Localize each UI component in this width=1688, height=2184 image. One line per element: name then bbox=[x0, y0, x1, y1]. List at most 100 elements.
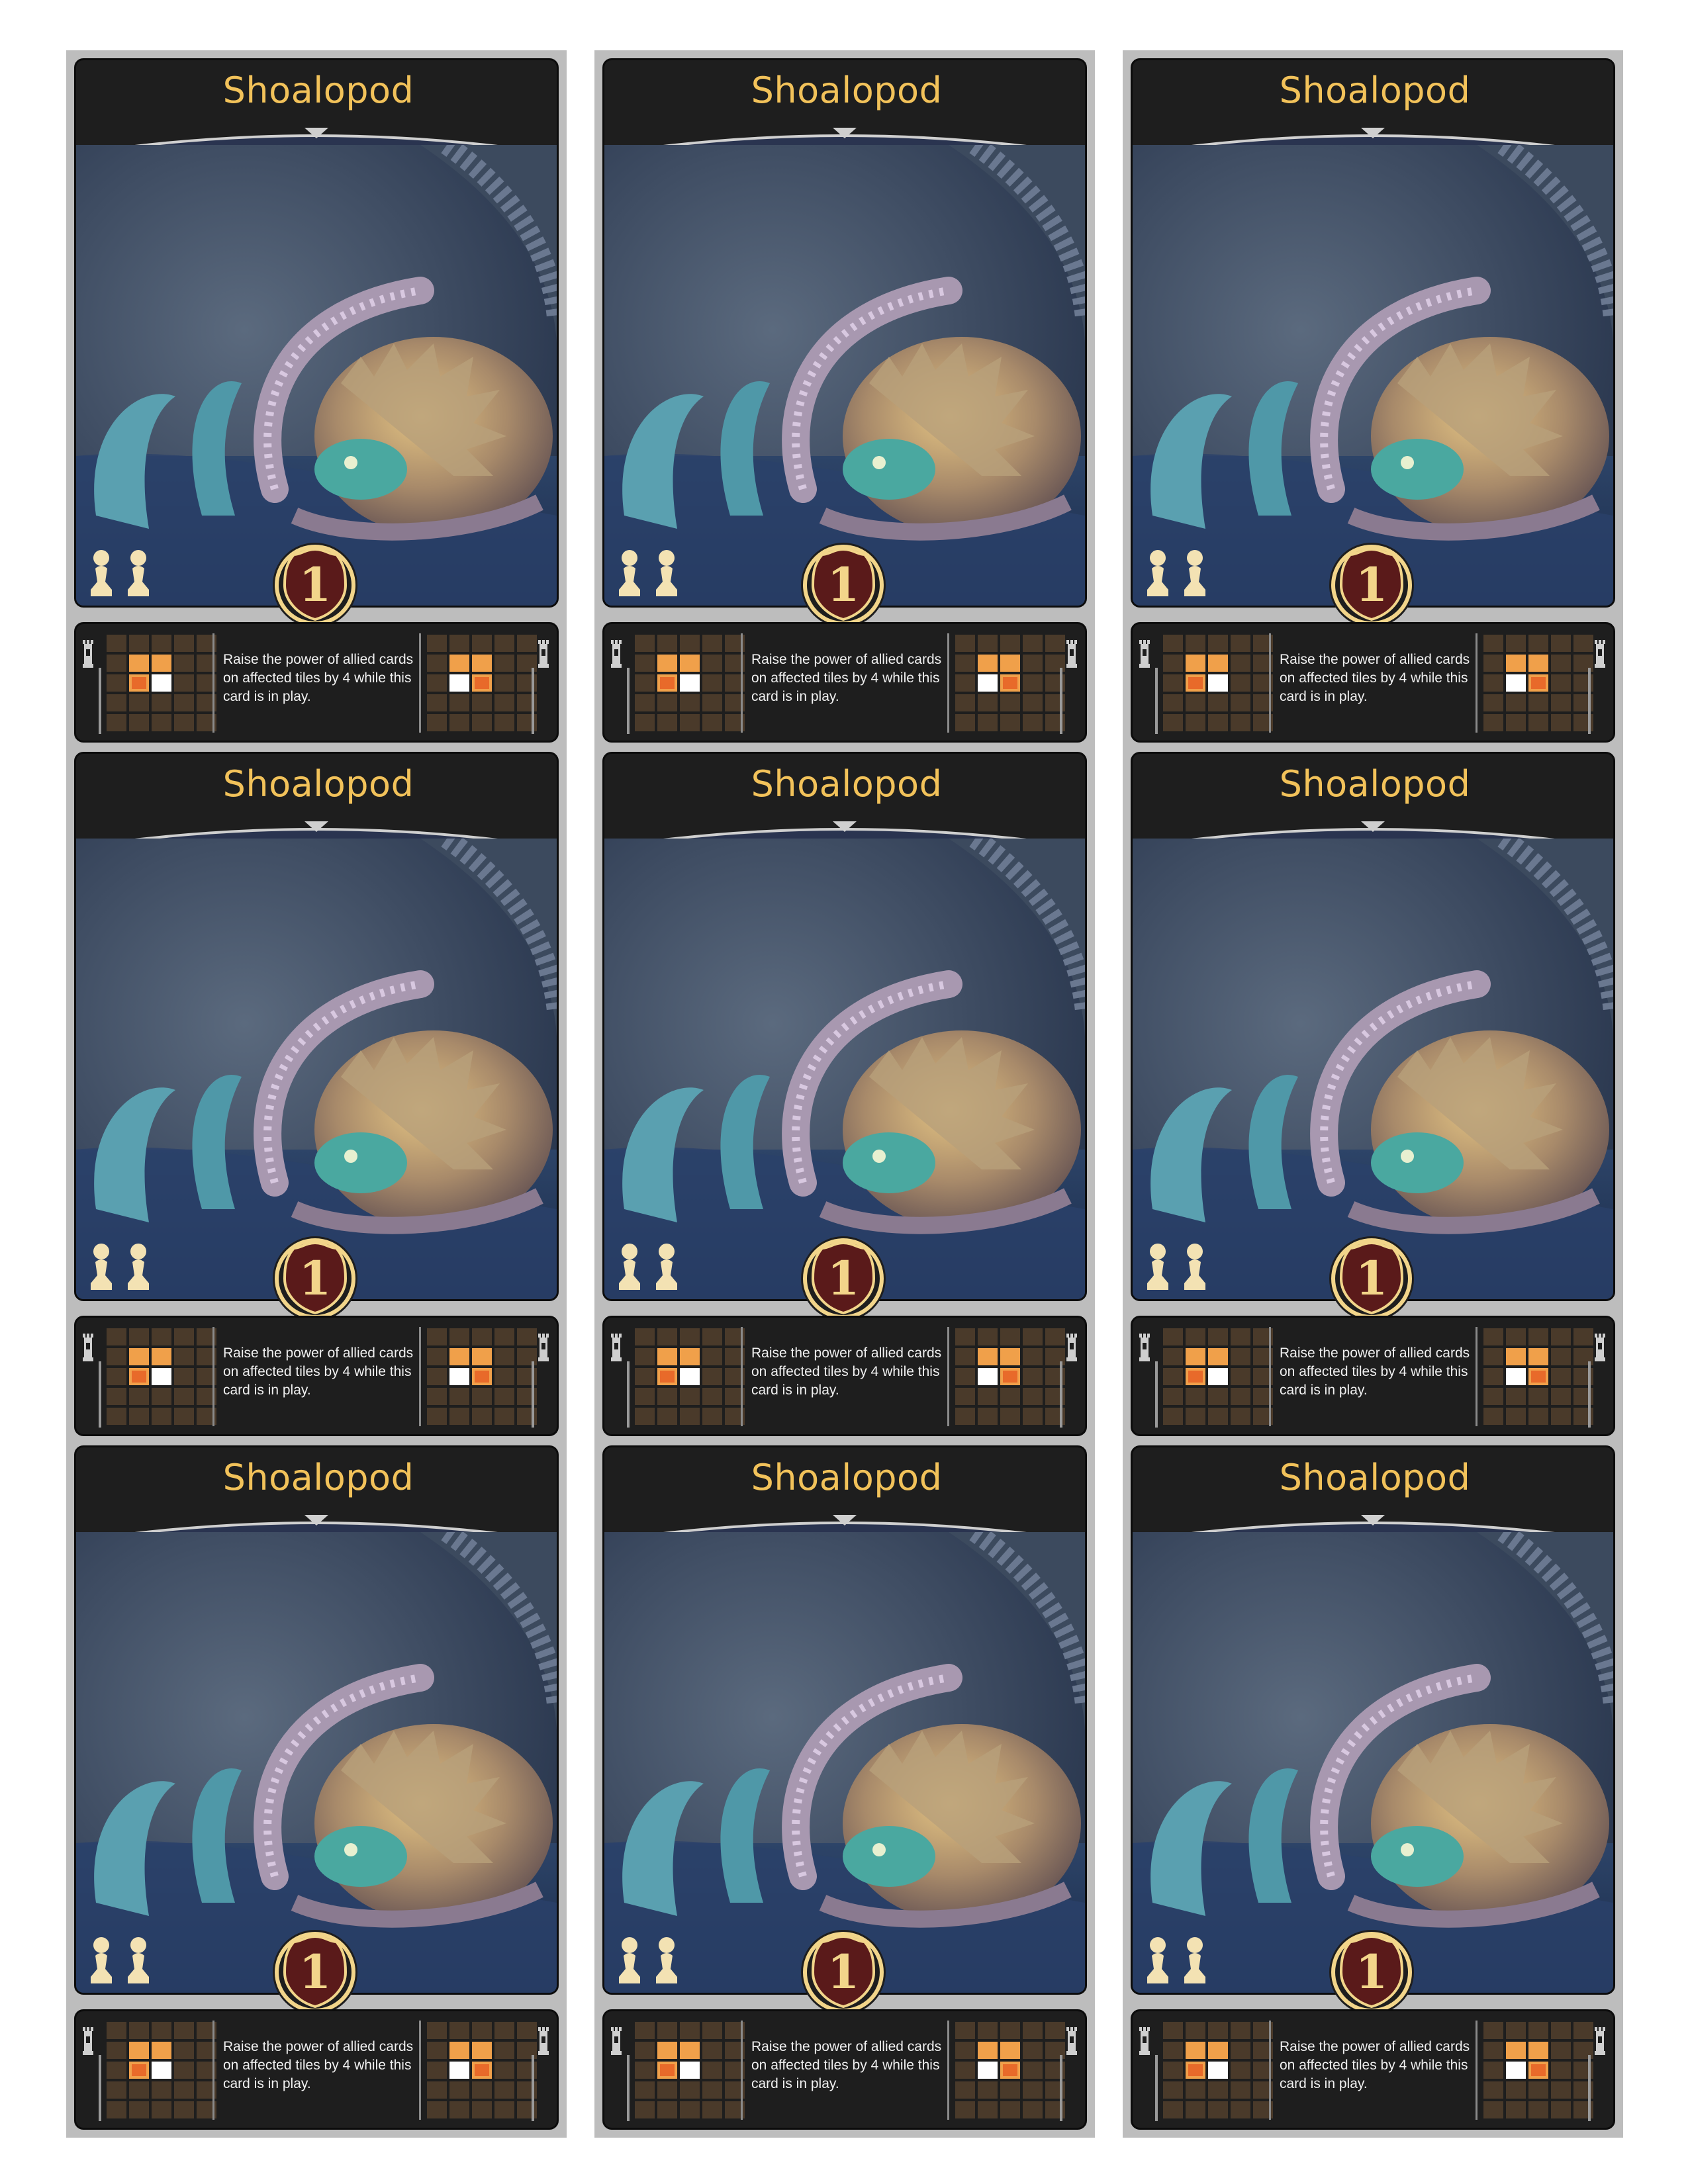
grid-cell-affected bbox=[1528, 1348, 1548, 1365]
creature-artwork bbox=[1133, 1532, 1613, 1993]
card-r1-c2[interactable]: Shoalopod 1 Raise the power of allied ca… bbox=[602, 58, 1087, 743]
grid-cell bbox=[1163, 1388, 1183, 1405]
power-rank-badge: 1 bbox=[273, 1930, 357, 2015]
grid-cell bbox=[1506, 635, 1526, 652]
card-top-panel: Shoalopod bbox=[1131, 1445, 1615, 1995]
creature-artwork bbox=[604, 839, 1085, 1299]
grid-cell bbox=[1208, 1328, 1228, 1345]
grid-cell bbox=[1023, 714, 1043, 731]
grid-cell bbox=[427, 674, 447, 692]
grid-cell bbox=[1551, 1368, 1571, 1385]
grid-cell bbox=[978, 694, 998, 711]
separator bbox=[419, 1327, 421, 1426]
grid-cell-origin bbox=[1506, 1368, 1526, 1385]
rail-bar bbox=[1155, 668, 1158, 734]
grid-cell bbox=[174, 2101, 194, 2118]
separator bbox=[1476, 1327, 1477, 1426]
grid-cell-affected bbox=[1186, 1348, 1205, 1365]
card-r1-c3[interactable]: Shoalopod 1 Raise the power of allied ca… bbox=[1131, 58, 1615, 743]
left-range-grid bbox=[635, 2022, 745, 2118]
grid-cell bbox=[1506, 1388, 1526, 1405]
grid-cell bbox=[174, 1388, 194, 1405]
grid-cell bbox=[1231, 2042, 1250, 2059]
grid-cell-affected bbox=[1506, 655, 1526, 672]
grid-cell-origin-affected bbox=[472, 2062, 492, 2079]
left-range-grid bbox=[1163, 635, 1273, 731]
grid-cell bbox=[657, 2022, 677, 2039]
grid-cell bbox=[152, 2101, 171, 2118]
grid-cell bbox=[1551, 2062, 1571, 2079]
grid-cell bbox=[1186, 2101, 1205, 2118]
grid-cell bbox=[427, 694, 447, 711]
grid-cell-origin bbox=[1208, 2062, 1228, 2079]
grid-cell bbox=[1573, 1328, 1593, 1345]
grid-cell-affected bbox=[152, 1348, 171, 1365]
separator bbox=[419, 2021, 421, 2120]
grid-cell-origin-affected bbox=[657, 674, 677, 692]
pawn-icons bbox=[91, 550, 149, 596]
grid-cell bbox=[472, 714, 492, 731]
grid-cell bbox=[472, 1408, 492, 1425]
grid-cell bbox=[702, 2022, 722, 2039]
grid-cell bbox=[1528, 1408, 1548, 1425]
card-r3-c2[interactable]: Shoalopod 1 Raise the power of allied ca… bbox=[602, 1445, 1087, 2130]
grid-cell-origin bbox=[1506, 2062, 1526, 2079]
left-range-grid bbox=[107, 1328, 216, 1425]
card-r2-c3[interactable]: Shoalopod 1 Raise the power of allied ca… bbox=[1131, 752, 1615, 1436]
grid-cell-affected bbox=[1208, 2042, 1228, 2059]
card-description: Raise the power of allied cards on affec… bbox=[1280, 652, 1470, 704]
card-r3-c3[interactable]: Shoalopod 1 Raise the power of allied ca… bbox=[1131, 1445, 1615, 2130]
grid-cell bbox=[1231, 694, 1250, 711]
left-rail bbox=[83, 2018, 101, 2124]
grid-cell bbox=[472, 635, 492, 652]
grid-cell bbox=[494, 2022, 514, 2039]
grid-cell-affected bbox=[657, 1348, 677, 1365]
card-ability-panel: Raise the power of allied cards on affec… bbox=[602, 2009, 1087, 2130]
grid-cell-affected bbox=[1208, 655, 1228, 672]
card-top-panel: Shoalopod bbox=[74, 752, 559, 1301]
grid-cell bbox=[702, 694, 722, 711]
power-value: 1 bbox=[299, 557, 332, 612]
grid-cell bbox=[494, 714, 514, 731]
grid-cell bbox=[129, 714, 149, 731]
grid-cell-affected bbox=[152, 655, 171, 672]
card-description: Raise the power of allied cards on affec… bbox=[751, 652, 942, 704]
grid-cell-origin bbox=[152, 674, 171, 692]
grid-cell bbox=[1186, 2081, 1205, 2099]
rail-bar bbox=[627, 1361, 630, 1428]
card-r2-c1[interactable]: Shoalopod 1 Raise the power of allied ca… bbox=[74, 752, 559, 1436]
grid-cell-origin bbox=[449, 674, 469, 692]
card-r1-c1[interactable]: Shoalopod 1 Raise the power of allied ca… bbox=[74, 58, 559, 743]
grid-cell bbox=[494, 1368, 514, 1385]
grid-cell bbox=[1483, 2022, 1503, 2039]
grid-cell-origin-affected bbox=[1186, 2062, 1205, 2079]
grid-cell-affected bbox=[657, 2042, 677, 2059]
card-title: Shoalopod bbox=[1279, 1457, 1471, 1498]
grid-cell-affected bbox=[680, 2042, 700, 2059]
tower-icon bbox=[538, 640, 549, 668]
grid-cell bbox=[1551, 674, 1571, 692]
grid-cell-origin bbox=[978, 2062, 998, 2079]
right-range-grid bbox=[427, 2022, 537, 2118]
grid-cell bbox=[1208, 714, 1228, 731]
grid-cell bbox=[427, 655, 447, 672]
grid-cell bbox=[1506, 1408, 1526, 1425]
grid-cell-affected bbox=[1186, 2042, 1205, 2059]
card-r2-c2[interactable]: Shoalopod 1 Raise the power of allied ca… bbox=[602, 752, 1087, 1436]
pawn-icons bbox=[619, 550, 677, 596]
power-value: 1 bbox=[827, 1944, 860, 1999]
power-rank-badge: 1 bbox=[801, 1236, 886, 1321]
grid-cell bbox=[702, 2042, 722, 2059]
grid-cell bbox=[1208, 2101, 1228, 2118]
grid-cell bbox=[978, 2081, 998, 2099]
grid-cell bbox=[978, 714, 998, 731]
grid-cell bbox=[494, 635, 514, 652]
grid-cell bbox=[174, 2022, 194, 2039]
grid-cell-origin bbox=[680, 1368, 700, 1385]
grid-cell bbox=[129, 635, 149, 652]
grid-cell bbox=[427, 714, 447, 731]
grid-cell bbox=[1023, 1388, 1043, 1405]
card-r3-c1[interactable]: Shoalopod 1 Raise the power of allied ca… bbox=[74, 1445, 559, 2130]
tower-icon bbox=[538, 2027, 549, 2055]
grid-cell bbox=[427, 1408, 447, 1425]
